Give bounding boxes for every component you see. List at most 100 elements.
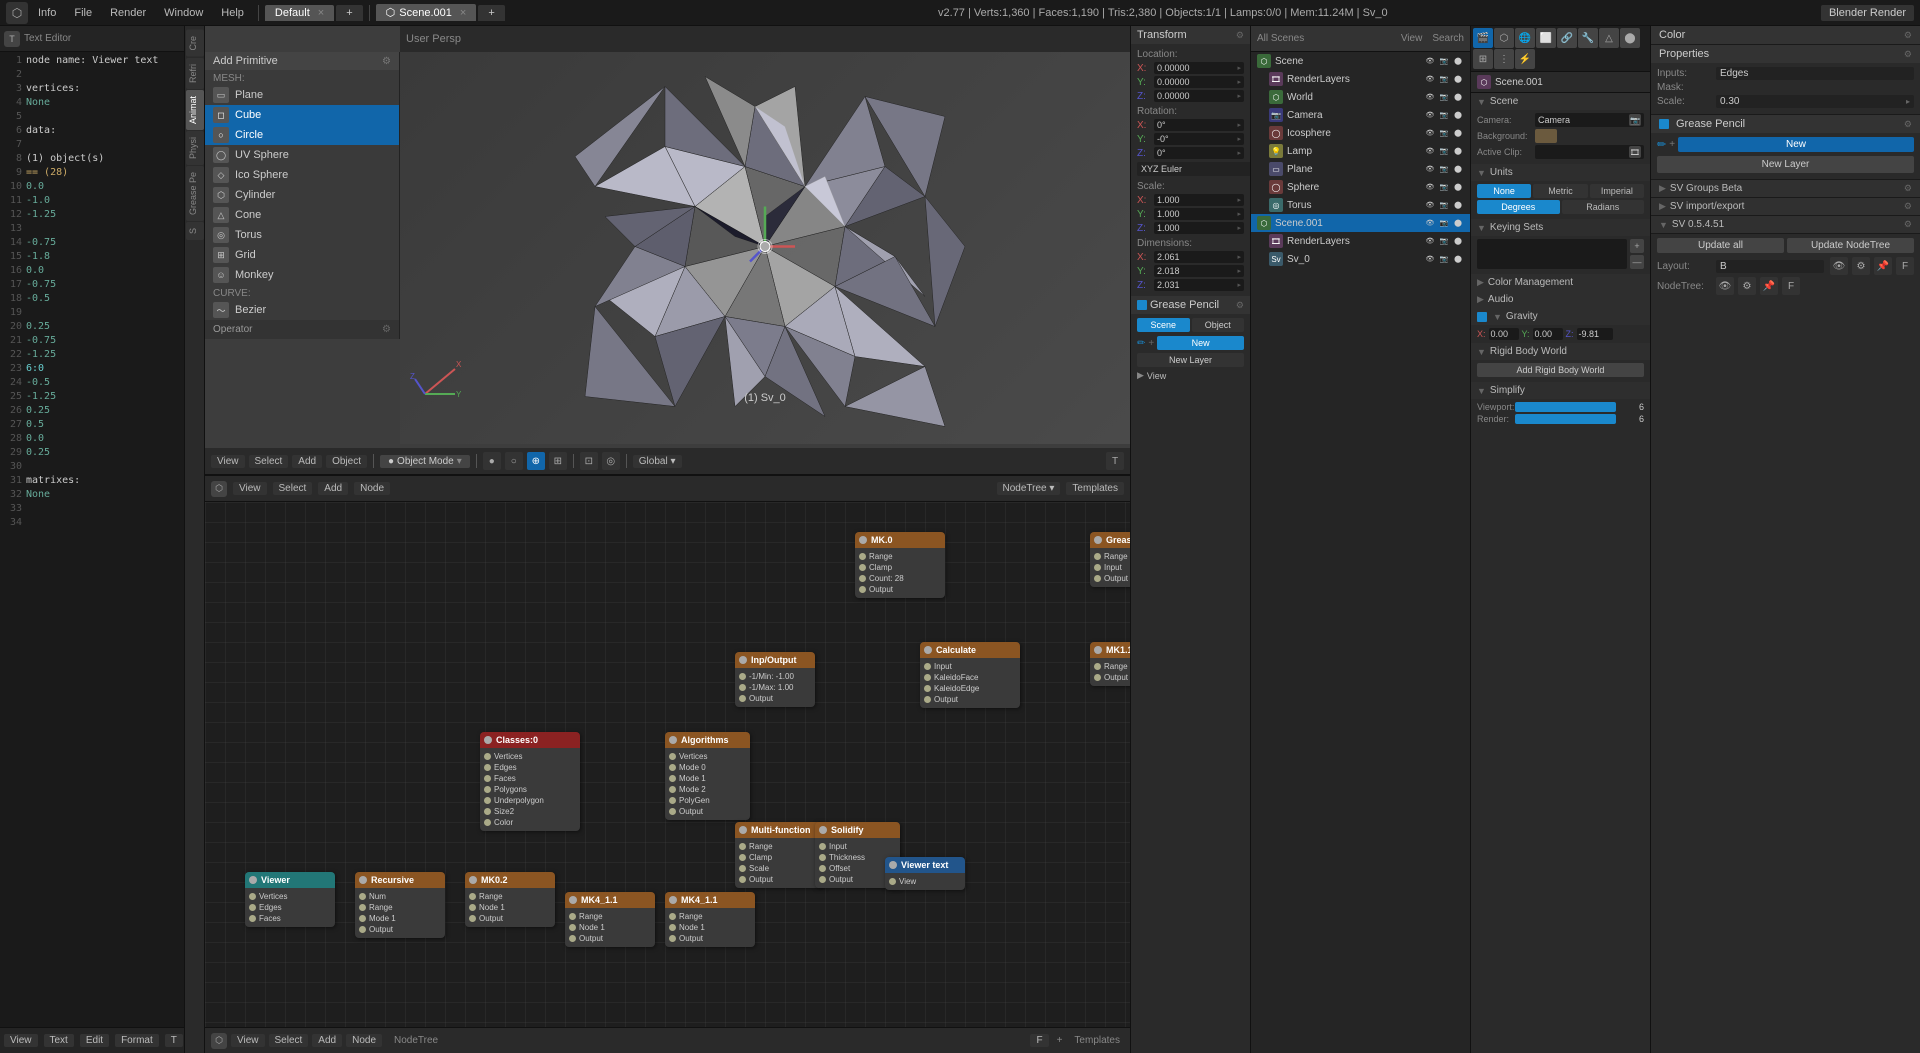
node-templates-btn[interactable]: Templates [1066, 482, 1124, 495]
outliner-view-btn[interactable]: View [1401, 33, 1423, 44]
primitive-item-grid[interactable]: ⊞Grid [205, 245, 399, 265]
color-settings-icon[interactable]: ⚙ [1904, 30, 1912, 41]
primitive-item-cylinder[interactable]: ⬡Cylinder [205, 185, 399, 205]
outliner-vis-icon[interactable]: 👁 [1424, 235, 1436, 247]
node-n4[interactable]: Grease DirectRangeInputOutput [1090, 532, 1130, 587]
outliner-vis-icon[interactable]: 👁 [1424, 73, 1436, 85]
sv-properties-settings-icon[interactable]: ⚙ [1904, 49, 1912, 60]
edit-btn[interactable]: Edit [80, 1034, 109, 1047]
outliner-item[interactable]: ⬡Scene👁📷⬤ [1251, 52, 1470, 70]
sv-version-settings-icon[interactable]: ⚙ [1904, 219, 1912, 230]
gravity-x-input[interactable]: 0.00 [1489, 328, 1519, 340]
sv-gp-settings-icon[interactable]: ⚙ [1904, 119, 1912, 130]
scale-y-value[interactable]: 1.000 ▸ [1154, 208, 1244, 220]
outliner-item[interactable]: ◎Torus👁📷⬤ [1251, 196, 1470, 214]
gp-view-row[interactable]: ▶ View [1137, 370, 1244, 381]
inputs-value[interactable]: Edges [1716, 67, 1914, 80]
grease-pencil-transform-header[interactable]: Grease Pencil ⚙ [1131, 296, 1250, 314]
view-btn[interactable]: View [4, 1034, 38, 1047]
prop-icon-object[interactable]: ⬜ [1536, 28, 1556, 48]
outliner-vis-icon[interactable]: 📷 [1438, 235, 1450, 247]
gp-new-btn[interactable]: New [1157, 336, 1244, 350]
viewport-proportional-icon[interactable]: ◎ [602, 452, 620, 470]
outliner-item[interactable]: ◯Icosphere👁📷⬤ [1251, 124, 1470, 142]
viewport-shading-texture[interactable]: ⊕ [527, 452, 545, 470]
node-n5[interactable]: MK1.1RangeOutput [1090, 642, 1130, 686]
outliner-vis-icon[interactable]: ⬤ [1452, 55, 1464, 67]
menu-render[interactable]: Render [102, 5, 154, 21]
sv-version-header[interactable]: ▼ SV 0.5.4.51 ⚙ [1651, 216, 1920, 234]
workspace-tab-default[interactable]: Default × [265, 5, 334, 21]
outliner-item[interactable]: ◯Sphere👁📷⬤ [1251, 178, 1470, 196]
prop-icon-physics[interactable]: ⚡ [1515, 49, 1535, 69]
primitive-item-torus[interactable]: ◎Torus [205, 225, 399, 245]
layout-value[interactable]: B [1716, 260, 1824, 273]
node-n6[interactable]: Classes:0VerticesEdgesFacesPolygonsUnder… [480, 732, 580, 831]
background-swatch[interactable] [1535, 129, 1557, 143]
prop-icon-particles[interactable]: ⋮ [1494, 49, 1514, 69]
sidebar-animation[interactable]: Animat [186, 90, 204, 130]
text-content[interactable]: 1node name: Viewer text23vertices:4None5… [0, 52, 184, 1027]
outliner-item[interactable]: 🎞RenderLayers👁📷⬤ [1251, 70, 1470, 88]
sidebar-grease-pencil[interactable]: Grease Pe [186, 166, 204, 221]
transform-orientation[interactable]: Global ▾ [633, 455, 682, 468]
outliner-search-btn[interactable]: Search [1432, 33, 1464, 44]
node-footer-icon[interactable]: ⬡ [211, 1033, 227, 1049]
degrees-btn[interactable]: Degrees [1477, 200, 1560, 214]
scale-value[interactable]: 0.30 ▸ [1716, 95, 1914, 108]
nodetree-eye-icon[interactable]: 👁 [1716, 277, 1734, 295]
viewport-shading-solid[interactable]: ● [483, 452, 501, 470]
menu-window[interactable]: Window [156, 5, 211, 21]
node-footer-view-btn[interactable]: View [231, 1034, 265, 1047]
prop-icon-world[interactable]: 🌐 [1515, 28, 1535, 48]
outliner-item[interactable]: 📷Camera👁📷⬤ [1251, 106, 1470, 124]
outliner-vis-icon[interactable]: 👁 [1424, 127, 1436, 139]
loc-z-value[interactable]: 0.00000 ▸ [1154, 90, 1244, 102]
gp-plus-icon[interactable]: + [1148, 338, 1154, 349]
menu-help[interactable]: Help [213, 5, 252, 21]
scale-z-value[interactable]: 1.000 ▸ [1154, 222, 1244, 234]
outliner-vis-icon[interactable]: 📷 [1438, 91, 1450, 103]
rot-x-value[interactable]: 0° ▸ [1154, 119, 1244, 131]
prop-icon-data[interactable]: △ [1599, 28, 1619, 48]
keying-sets-add-btn[interactable]: + [1630, 239, 1644, 253]
grease-pencil-settings-icon[interactable]: ⚙ [1236, 300, 1244, 311]
node-footer-f-btn[interactable]: F [1030, 1034, 1048, 1047]
scene-tab-add[interactable]: + [478, 5, 504, 21]
outliner-vis-icon[interactable]: ⬤ [1452, 217, 1464, 229]
add-primitive-settings-icon[interactable]: ⚙ [382, 56, 391, 67]
menu-file[interactable]: File [66, 5, 100, 21]
nodetree-settings-icon[interactable]: ⚙ [1738, 277, 1756, 295]
outliner-content[interactable]: ⬡Scene👁📷⬤🎞RenderLayers👁📷⬤⬡World👁📷⬤📷Camer… [1251, 52, 1470, 1053]
update-nodetree-btn[interactable]: Update NodeTree [1787, 238, 1914, 253]
camera-value[interactable]: Camera 📷 [1535, 113, 1644, 127]
outliner-vis-icon[interactable]: 📷 [1438, 199, 1450, 211]
outliner-vis-icon[interactable]: 📷 [1438, 163, 1450, 175]
primitive-item-ico-sphere[interactable]: ◇Ico Sphere [205, 165, 399, 185]
dim-x-value[interactable]: 2.061 ▸ [1154, 251, 1244, 263]
sidebar-physics[interactable]: Physi [186, 131, 204, 165]
primitive-item-uv-sphere[interactable]: ◯UV Sphere [205, 145, 399, 165]
rot-z-value[interactable]: 0° ▸ [1154, 147, 1244, 159]
units-metric-btn[interactable]: Metric [1533, 184, 1587, 198]
node-add-btn[interactable]: Add [318, 482, 348, 495]
outliner-vis-icon[interactable]: 👁 [1424, 109, 1436, 121]
sv-properties-header[interactable]: Properties ⚙ [1651, 45, 1920, 63]
outliner-vis-icon[interactable]: 📷 [1438, 253, 1450, 265]
add-rigid-body-btn[interactable]: Add Rigid Body World [1477, 363, 1644, 377]
text-btn[interactable]: Text [44, 1034, 74, 1047]
layout-settings-icon[interactable]: ⚙ [1852, 257, 1870, 275]
viewport-snap-icon[interactable]: ⊡ [580, 452, 598, 470]
outliner-vis-icon[interactable]: 👁 [1424, 217, 1436, 229]
outliner-vis-icon[interactable]: 📷 [1438, 217, 1450, 229]
rigid-body-header[interactable]: ▼ Rigid Body World [1471, 343, 1650, 360]
layout-pin-icon[interactable]: 📌 [1874, 257, 1892, 275]
outliner-vis-icon[interactable]: 📷 [1438, 73, 1450, 85]
outliner-item[interactable]: 🎞RenderLayers👁📷⬤ [1251, 232, 1470, 250]
radians-btn[interactable]: Radians [1562, 200, 1645, 214]
node-footer-templates-btn[interactable]: Templates [1074, 1035, 1120, 1046]
vp-view-btn[interactable]: View [211, 455, 245, 468]
sv-groups-settings-icon[interactable]: ⚙ [1904, 183, 1912, 194]
outliner-item[interactable]: 💡Lamp👁📷⬤ [1251, 142, 1470, 160]
node-canvas[interactable]: MK.0RangeClampCount: 28OutputInp/Output-… [205, 502, 1130, 1027]
